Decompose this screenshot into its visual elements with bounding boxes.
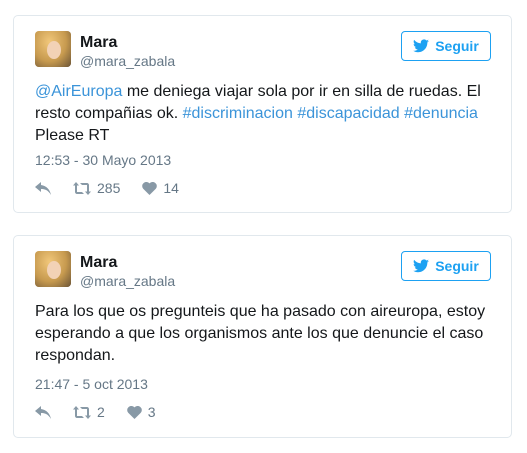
tweet-timestamp[interactable]: 21:47 - 5 oct 2013 [35, 376, 148, 392]
heart-icon [142, 181, 158, 195]
avatar[interactable] [35, 31, 71, 67]
follow-label: Seguir [435, 258, 479, 274]
twitter-bird-icon [413, 39, 430, 53]
retweet-count: 2 [97, 404, 105, 420]
retweet-button[interactable]: 2 [73, 404, 105, 420]
user-handle[interactable]: @mara_zabala [80, 273, 175, 289]
retweet-count: 285 [97, 180, 121, 196]
like-button[interactable]: 3 [127, 404, 156, 420]
tweet-actions: 285 14 [35, 180, 201, 196]
like-count: 3 [147, 404, 156, 420]
reply-icon [35, 405, 51, 419]
tweet-text: @AirEuropa me deniega viajar sola por ir… [35, 81, 490, 147]
tweet-text: Para los que os pregunteis que ha pasado… [35, 301, 490, 367]
tweet-link[interactable]: @AirEuropa [35, 83, 122, 100]
tweet-link[interactable]: #denuncia [404, 105, 478, 122]
tweet-timestamp[interactable]: 12:53 - 30 Mayo 2013 [35, 152, 171, 168]
tweet-text-segment: Para los que os pregunteis que ha pasado… [35, 303, 486, 364]
tweet-link[interactable]: #discriminacion [183, 105, 293, 122]
tweet-card: Mara @mara_zabala Seguir Para los que os… [13, 235, 512, 438]
like-count: 14 [163, 180, 179, 196]
follow-label: Seguir [435, 38, 479, 54]
heart-icon [127, 405, 142, 419]
reply-button[interactable] [35, 181, 51, 195]
reply-button[interactable] [35, 405, 51, 419]
tweet-text-segment: Please RT [35, 127, 110, 144]
user-handle[interactable]: @mara_zabala [80, 53, 175, 69]
tweet-card: Mara @mara_zabala Seguir @AirEuropa me d… [13, 15, 512, 213]
user-name[interactable]: Mara [80, 254, 117, 272]
follow-button[interactable]: Seguir [401, 251, 491, 281]
user-name[interactable]: Mara [80, 34, 117, 52]
retweet-icon [73, 405, 91, 419]
tweet-actions: 2 3 [35, 404, 178, 420]
avatar[interactable] [35, 251, 71, 287]
like-button[interactable]: 14 [142, 180, 179, 196]
retweet-icon [73, 181, 91, 195]
retweet-button[interactable]: 285 [73, 180, 120, 196]
follow-button[interactable]: Seguir [401, 31, 491, 61]
tweet-link[interactable]: #discapacidad [297, 105, 399, 122]
twitter-bird-icon [413, 259, 430, 273]
reply-icon [35, 181, 51, 195]
